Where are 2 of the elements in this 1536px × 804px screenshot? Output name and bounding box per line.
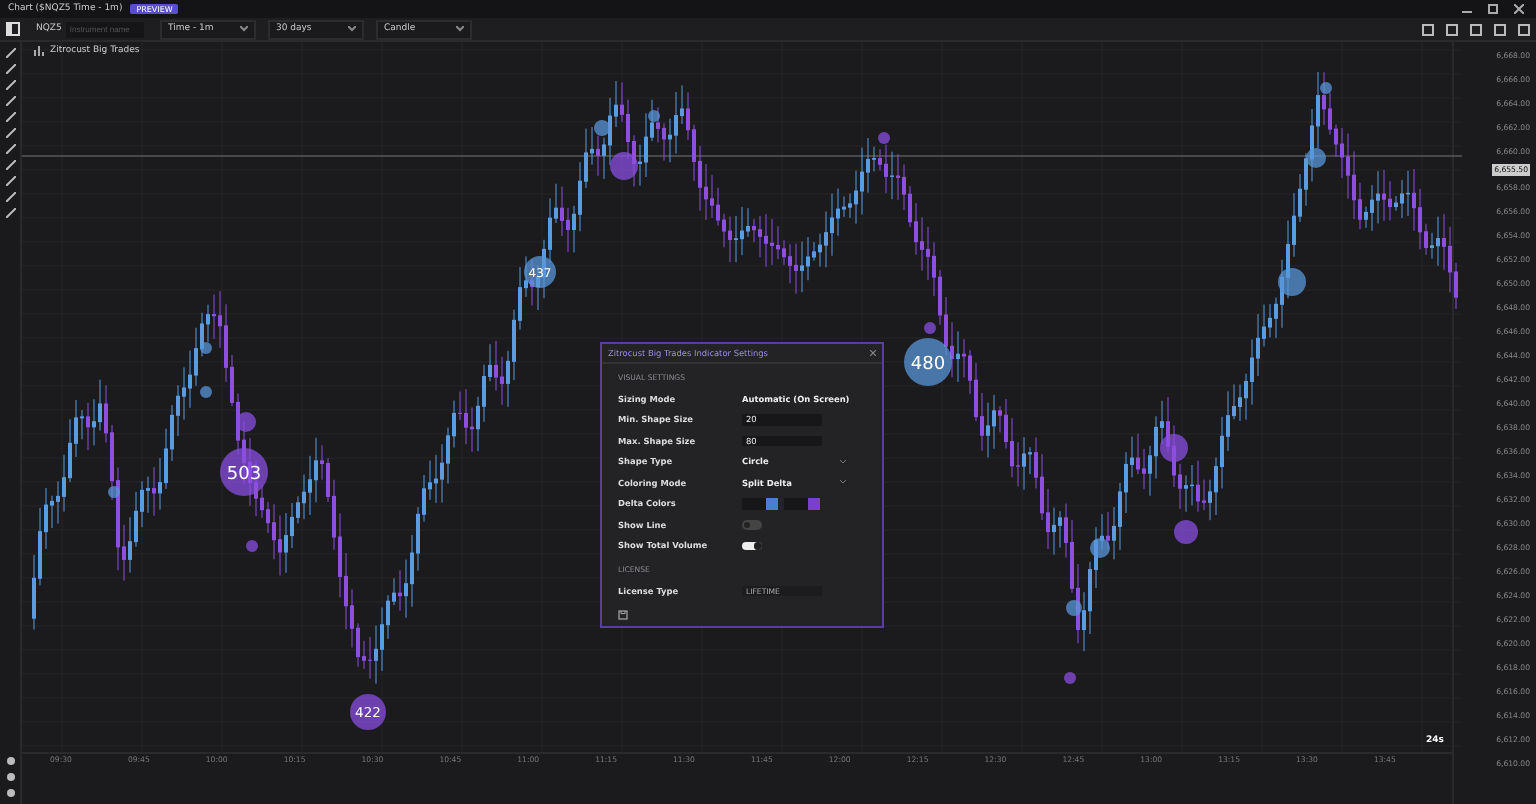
bubble-label: 480 <box>910 355 946 376</box>
bubble-label: 503 <box>226 465 262 486</box>
